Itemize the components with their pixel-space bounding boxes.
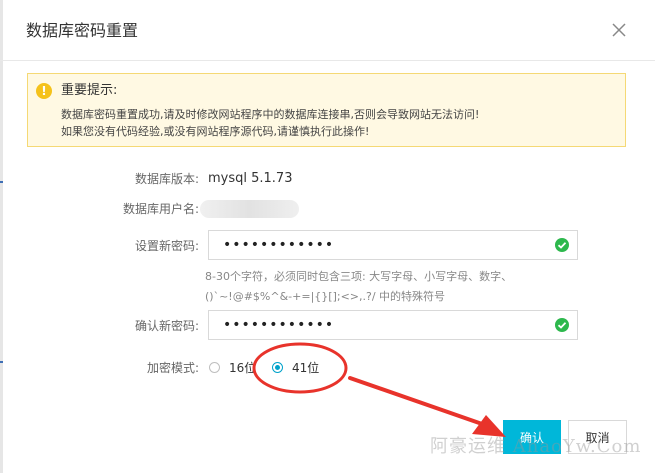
- warning-notice: ! 重要提示: 数据库密码重置成功,请及时修改网站程序中的数据库连接串,否则会导…: [27, 73, 626, 147]
- password-hint-line: ()`~!@#$%^&-+=|{}[];<>,.?/ 中的特殊符号: [205, 290, 446, 303]
- notice-title: 重要提示:: [61, 83, 118, 98]
- confirm-password-input[interactable]: ••••••••••••: [208, 310, 578, 340]
- db-username-redacted: [200, 200, 299, 218]
- background-edge: [0, 0, 3, 473]
- annotation-arrow-head: [472, 415, 506, 437]
- radio-16bit-label[interactable]: 16位: [229, 360, 256, 376]
- password-mask: ••••••••••••: [223, 237, 335, 253]
- check-circle-icon: [555, 238, 569, 252]
- header-divider: [0, 60, 655, 61]
- password-hint-line: 8-30个字符，必须同时包含三项: 大写字母、小写字母、数字、: [205, 270, 513, 283]
- annotation-arrow-shaft: [348, 376, 487, 427]
- notice-line: 数据库密码重置成功,请及时修改网站程序中的数据库连接串,否则会导致网站无法访问!: [61, 108, 480, 121]
- db-version-label: 数据库版本:: [134, 172, 199, 186]
- background-edge-mark: [0, 361, 3, 363]
- watermark: 阿豪运维 AhaoYw.Com: [430, 436, 642, 457]
- radio-41bit-label[interactable]: 41位: [292, 360, 319, 376]
- new-password-label: 设置新密码:: [134, 239, 199, 253]
- close-icon[interactable]: [610, 21, 628, 39]
- notice-line: 如果您没有代码经验,或没有网站程序源代码,请谨慎执行此操作!: [61, 125, 370, 138]
- exclamation-icon: !: [36, 83, 52, 99]
- db-version-value: mysql 5.1.73: [208, 171, 293, 186]
- password-reset-dialog: 数据库密码重置 ! 重要提示: 数据库密码重置成功,请及时修改网站程序中的数据库…: [0, 0, 655, 473]
- confirm-password-label: 确认新密码:: [134, 319, 199, 333]
- encryption-mode-label: 加密模式:: [146, 361, 199, 375]
- background-edge-mark: [0, 181, 3, 183]
- dialog-title: 数据库密码重置: [26, 21, 139, 40]
- password-mask: ••••••••••••: [223, 317, 335, 333]
- new-password-input[interactable]: ••••••••••••: [208, 230, 578, 260]
- radio-16bit[interactable]: [209, 362, 220, 373]
- radio-41bit[interactable]: [272, 362, 283, 373]
- check-circle-icon: [555, 318, 569, 332]
- db-username-label: 数据库用户名:: [122, 202, 199, 216]
